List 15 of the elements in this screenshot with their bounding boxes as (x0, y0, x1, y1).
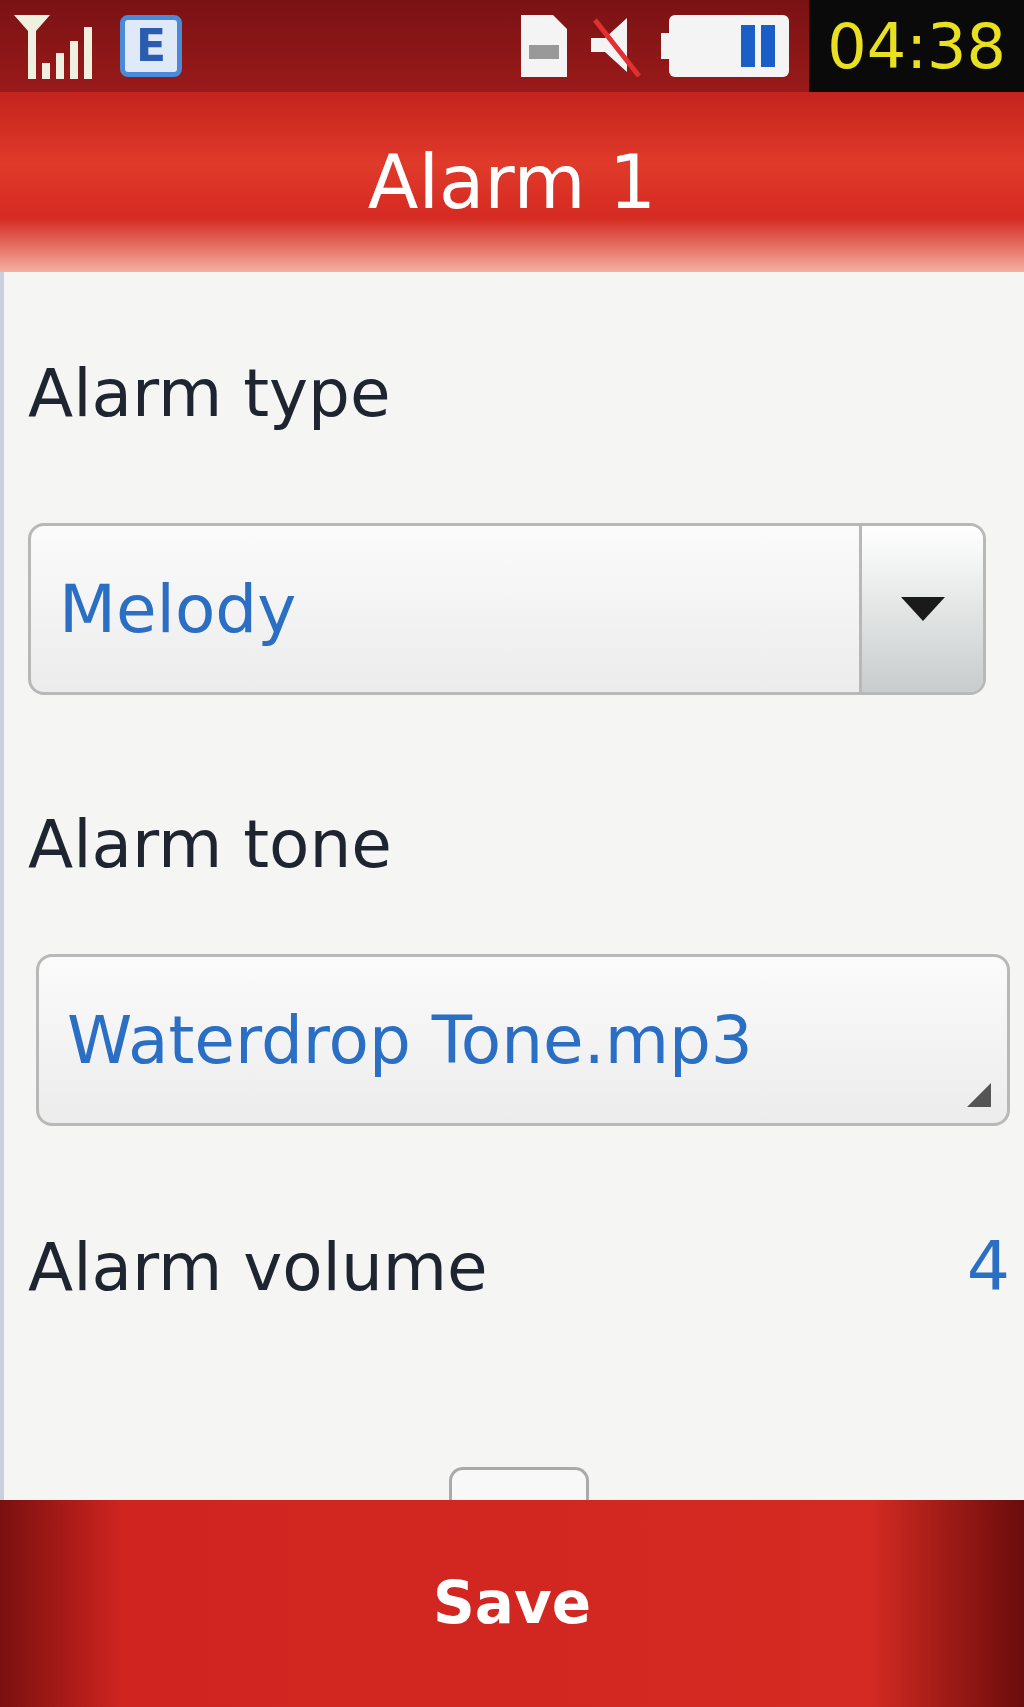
field-label: Alarm volume (28, 1227, 488, 1308)
slider-thumb[interactable] (449, 1467, 589, 1500)
network-type-icon: E (120, 15, 182, 77)
corner-icon (965, 1081, 993, 1109)
volume-value: 4 (966, 1226, 1010, 1308)
dropdown-field[interactable]: Melody (28, 523, 986, 695)
dropdown-button[interactable] (859, 526, 983, 692)
screen-title: Alarm 1 (367, 137, 657, 227)
tone-field[interactable]: Waterdrop Tone.mp3 (36, 954, 1010, 1126)
save-button[interactable]: Save (392, 1550, 632, 1657)
caret-icon (898, 595, 947, 623)
sim-card-icon (519, 13, 570, 79)
clock-time: 04:38 (809, 0, 1024, 92)
field-label: Alarm type (28, 354, 392, 434)
field-label: Alarm tone (28, 805, 393, 885)
